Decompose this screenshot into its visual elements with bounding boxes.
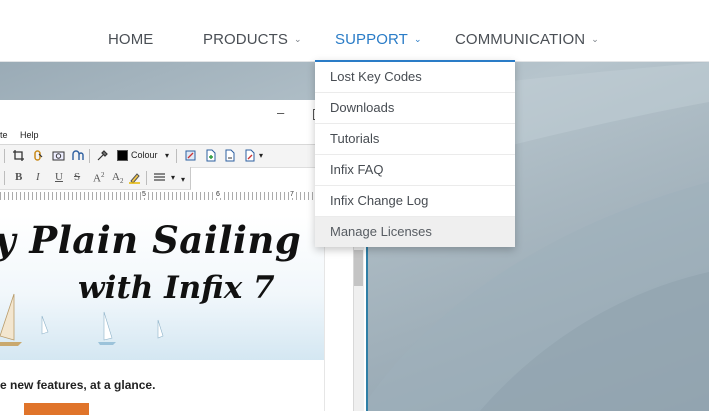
colour-label[interactable]: Colour	[131, 150, 158, 160]
camera-icon[interactable]	[52, 149, 65, 162]
nav-products[interactable]: PRODUCTS ⌄	[203, 31, 302, 48]
banner-title-line-1: y Plain Sailing	[0, 218, 302, 262]
menu-item-infix-change-log[interactable]: Infix Change Log	[315, 186, 515, 217]
superscript-button[interactable]: A2	[93, 171, 104, 185]
nav-home[interactable]: HOME	[108, 31, 153, 48]
menu-item-lost-key-codes[interactable]: Lost Key Codes	[315, 62, 515, 93]
document-banner-image: y Plain Sailing with Infix 7	[0, 216, 324, 360]
editor-window: – te Help Colour ▾ ▾ B I U S A2 A2 ▾ ▾ 5…	[0, 100, 341, 415]
superscript-letter: A	[93, 172, 101, 185]
page-icon[interactable]	[223, 149, 236, 162]
bold-button[interactable]: B	[15, 171, 22, 183]
toolbar-format: B I U S A2 A2 ▾ ▾	[0, 167, 191, 190]
highlighter-icon[interactable]	[128, 171, 141, 184]
menu-bar: te Help	[0, 128, 340, 145]
nav-support[interactable]: SUPPORT ⌄	[335, 31, 422, 48]
subscript-letter: A	[112, 171, 120, 183]
nav-support-label: SUPPORT	[335, 31, 408, 48]
window-titlebar: –	[0, 100, 340, 128]
link-icon[interactable]	[32, 149, 45, 162]
colour-dropdown-icon[interactable]: ▾	[165, 151, 169, 160]
strikethrough-button[interactable]: S	[74, 171, 80, 183]
chevron-down-icon: ⌄	[413, 34, 422, 44]
chevron-down-icon: ⌄	[591, 34, 599, 44]
underline-button[interactable]: U	[55, 171, 63, 183]
menu-item-infix-faq[interactable]: Infix FAQ	[315, 155, 515, 186]
nav-communication-label: COMMUNICATION	[455, 31, 586, 48]
toolbar-separator	[89, 149, 90, 163]
menu-item-help[interactable]: Help	[20, 130, 39, 140]
more-dropdown-icon[interactable]: ▾	[181, 175, 185, 184]
align-dropdown-icon[interactable]: ▾	[171, 173, 175, 182]
toolbar-separator	[4, 171, 5, 185]
toolbar-separator	[176, 149, 177, 163]
document-orange-button[interactable]	[24, 403, 89, 415]
nav-communication[interactable]: COMMUNICATION ⌄	[455, 31, 599, 48]
undo-icon[interactable]	[71, 149, 84, 162]
toolbar-main: Colour ▾ ▾	[0, 145, 330, 168]
ruler-mark-7: 7	[289, 191, 295, 198]
nav-products-label: PRODUCTS	[203, 31, 288, 48]
page-add-icon[interactable]	[204, 149, 217, 162]
subscript-digit: 2	[119, 177, 124, 186]
page-edit-icon[interactable]	[243, 149, 256, 162]
top-navigation: HOME PRODUCTS ⌄ SUPPORT ⌄ COMMUNICATION ⌄	[0, 0, 709, 62]
color-swatch-icon[interactable]	[116, 149, 129, 162]
nav-home-label: HOME	[108, 31, 154, 48]
crop-icon[interactable]	[12, 149, 25, 162]
ruler	[0, 192, 326, 200]
menu-item-downloads[interactable]: Downloads	[315, 93, 515, 124]
chevron-down-icon: ⌄	[293, 34, 302, 44]
menu-item-manage-licenses[interactable]: Manage Licenses	[315, 217, 515, 247]
ruler-mark-5: 5	[141, 191, 147, 198]
italic-button[interactable]: I	[36, 171, 40, 183]
page-dropdown-icon[interactable]: ▾	[259, 151, 263, 160]
ruler-mark-6: 6	[215, 191, 221, 198]
menu-item-tutorials[interactable]: Tutorials	[315, 124, 515, 155]
subscript-button[interactable]: A2	[112, 171, 123, 185]
page-link-icon[interactable]	[184, 149, 197, 162]
menu-item-format[interactable]: te	[0, 130, 8, 140]
support-dropdown-menu: Lost Key Codes Downloads Tutorials Infix…	[315, 60, 515, 247]
eyedropper-icon[interactable]	[96, 149, 109, 162]
scrollbar-thumb[interactable]	[354, 250, 363, 286]
toolbar-separator	[146, 171, 147, 185]
align-icon[interactable]	[153, 171, 166, 184]
banner-title-line-2: with Infix 7	[78, 270, 275, 306]
toolbar-separator	[4, 149, 5, 163]
document-caption: e new features, at a glance.	[0, 378, 156, 392]
minimize-icon[interactable]: –	[277, 105, 284, 120]
superscript-digit: 2	[100, 171, 105, 179]
